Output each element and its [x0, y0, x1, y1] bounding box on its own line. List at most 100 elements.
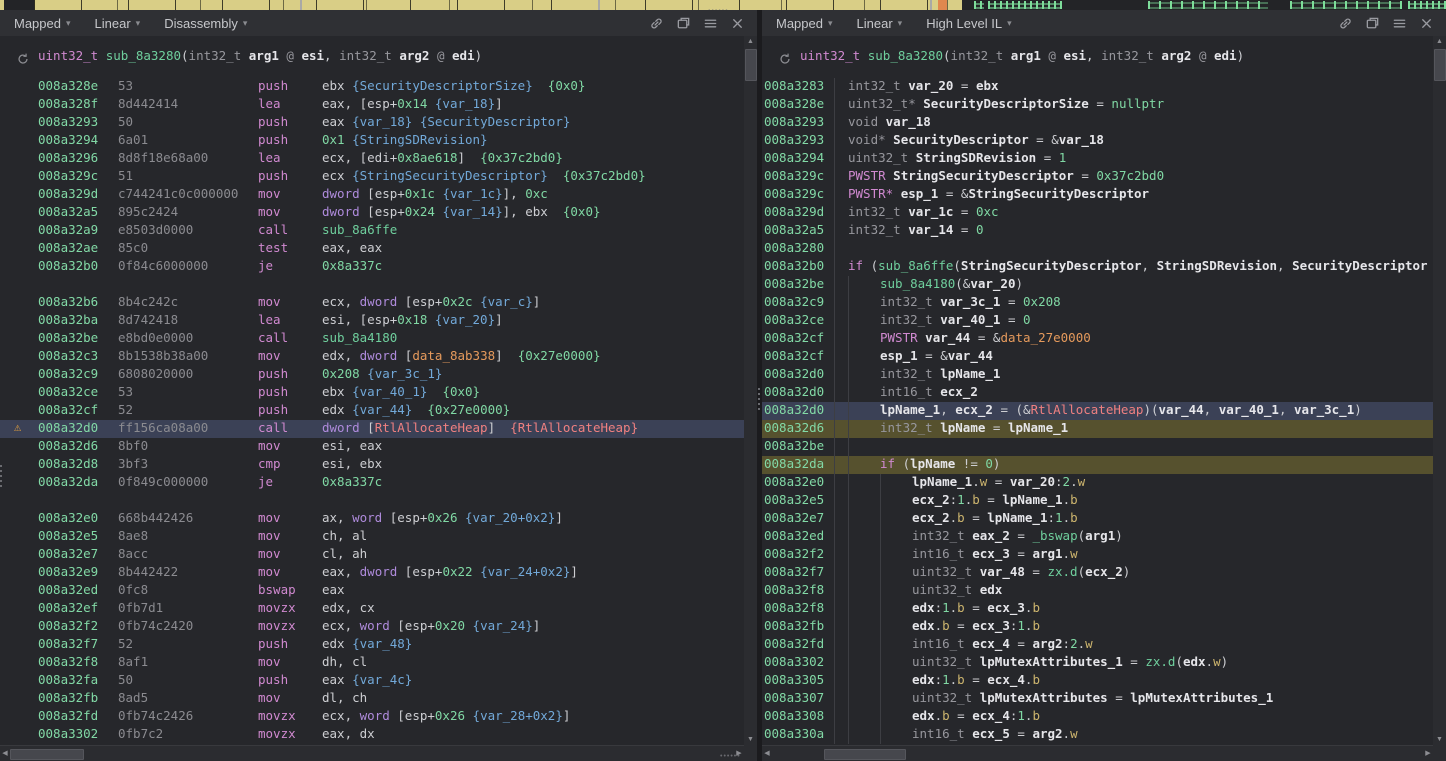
hlil-row[interactable]: 008a32f8edx:1.b = ecx_3.b	[762, 600, 1433, 618]
hlil-row[interactable]: 008a3283int32_t var_20 = ebx	[762, 78, 1433, 96]
asm-row[interactable]: 008a329350pusheax {var_18} {SecurityDesc…	[0, 114, 744, 132]
hlil-row[interactable]: 008a32fdint16_t ecx_4 = arg2:2.w	[762, 636, 1433, 654]
scroll-down-button[interactable]: ▼	[1433, 734, 1446, 746]
scroll-down-button[interactable]: ▼	[744, 734, 757, 746]
asm-row[interactable]: 008a32fb8ad5movdl, ch	[0, 690, 744, 708]
asm-row[interactable]: 008a328f8d442414leaeax, [esp+0x14 {var_1…	[0, 96, 744, 114]
scroll-up-button[interactable]: ▲	[1433, 36, 1446, 48]
asm-row[interactable]: 008a32e58ae8movch, al	[0, 528, 744, 546]
asm-row[interactable]: 008a32c96808020000push0x208 {var_3c_1}	[0, 366, 744, 384]
pane-menu-icon[interactable]	[1392, 16, 1407, 31]
view-mapped-menu[interactable]: Mapped▾	[776, 16, 833, 31]
hlil-row[interactable]: 008a3307uint32_t lpMutexAttributes = lpM…	[762, 690, 1433, 708]
hlil-row[interactable]: 008a32cfesp_1 = &var_44	[762, 348, 1433, 366]
vertical-scrollbar[interactable]: ▲ ▼	[1433, 36, 1446, 746]
hlil-row[interactable]: 008a32f2int16_t ecx_3 = arg1.w	[762, 546, 1433, 564]
hlil-row[interactable]: 008a32d0int32_t lpName_1	[762, 366, 1433, 384]
sync-link-icon[interactable]	[1338, 16, 1353, 31]
asm-row[interactable]: 008a32946a01push0x1 {StringSDRevision}	[0, 132, 744, 150]
hlil-row[interactable]: 008a32f7uint32_t var_48 = zx.d(ecx_2)	[762, 564, 1433, 582]
hlil-row[interactable]: 008a32be	[762, 438, 1433, 456]
asm-row[interactable]: 008a32ef0fb7d1movzxedx, cx	[0, 600, 744, 618]
scrollbar-thumb[interactable]	[745, 49, 757, 81]
asm-row[interactable]: ⚠008a32d0ff156ca08a00calldword [RtlAlloc…	[0, 420, 744, 438]
horizontal-scrollbar[interactable]: ◀ ▶	[762, 745, 1433, 761]
asm-row[interactable]: 008a32fd0fb74c2426movzxecx, word [esp+0x…	[0, 708, 744, 726]
asm-row[interactable]: 008a32cf52pushedx {var_44} {0x27e0000}	[0, 402, 744, 420]
asm-row[interactable]: 008a32e98b442422moveax, dword [esp+0x22 …	[0, 564, 744, 582]
hlil-row[interactable]: 008a32fbedx.b = ecx_3:1.b	[762, 618, 1433, 636]
hlil-row[interactable]: 008a3293void var_18	[762, 114, 1433, 132]
hlil-row[interactable]: 008a32ceint32_t var_40_1 = 0	[762, 312, 1433, 330]
hlil-row[interactable]: 008a32daif (lpName != 0)	[762, 456, 1433, 474]
asm-row[interactable]: 008a32c38b1538b38a00movedx, dword [data_…	[0, 348, 744, 366]
split-pane-icon[interactable]	[676, 16, 691, 31]
asm-row[interactable]: 008a32da0f849c000000je0x8a337c	[0, 474, 744, 492]
hlil-row[interactable]: 008a329dint32_t var_1c = 0xc	[762, 204, 1433, 222]
hlil-row[interactable]: 008a32e5ecx_2:1.b = lpName_1.b	[762, 492, 1433, 510]
asm-row[interactable]: 008a33020fb7c2movzxeax, dx	[0, 726, 744, 744]
asm-row[interactable]: 008a328e53pushebx {SecurityDescriptorSiz…	[0, 78, 744, 96]
close-pane-icon[interactable]	[730, 16, 745, 31]
sync-link-icon[interactable]	[649, 16, 664, 31]
scroll-left-button[interactable]: ◀	[762, 747, 772, 761]
scroll-left-button[interactable]: ◀	[0, 747, 10, 761]
asm-row[interactable]: 008a32968d8f18e68a00leaecx, [edi+0x8ae61…	[0, 150, 744, 168]
vertical-scrollbar[interactable]: ▲ ▼	[744, 36, 757, 746]
asm-row[interactable]: 008a32b00f84c6000000je0x8a337c	[0, 258, 744, 276]
asm-row[interactable]: 008a32a5895c2424movdword [esp+0x24 {var_…	[0, 204, 744, 222]
asm-row[interactable]: 008a32f20fb74c2420movzxecx, word [esp+0x…	[0, 618, 744, 636]
hlil-row[interactable]: 008a329cPWSTR StringSecurityDescriptor =…	[762, 168, 1433, 186]
asm-row[interactable]: 008a329c51pushecx {StringSecurityDescrip…	[0, 168, 744, 186]
asm-row[interactable]: 008a32e78accmovcl, ah	[0, 546, 744, 564]
horizontal-scrollbar[interactable]: ◀ ▶	[0, 745, 744, 761]
hlil-row[interactable]: 008a32e0lpName_1.w = var_20:2.w	[762, 474, 1433, 492]
view-il-menu[interactable]: Disassembly▾	[164, 16, 247, 31]
hlil-row[interactable]: 008a328euint32_t* SecurityDescriptorSize…	[762, 96, 1433, 114]
warning-icon[interactable]: ⚠	[14, 420, 21, 434]
scroll-up-button[interactable]: ▲	[744, 36, 757, 48]
refresh-icon[interactable]	[16, 52, 30, 69]
hlil-row[interactable]: 008a3308edx.b = ecx_4:1.b	[762, 708, 1433, 726]
asm-row[interactable]: 008a32f88af1movdh, cl	[0, 654, 744, 672]
asm-row[interactable]: 008a32e0668b442426movax, word [esp+0x26 …	[0, 510, 744, 528]
hlil-row[interactable]: 008a32f8uint32_t edx	[762, 582, 1433, 600]
asm-row[interactable]: 008a32d68bf0movesi, eax	[0, 438, 744, 456]
disassembly-view[interactable]: uint32_t sub_8a3280(int32_t arg1 @ esi, …	[0, 36, 744, 746]
view-linear-menu[interactable]: Linear▾	[95, 16, 141, 31]
pane-menu-icon[interactable]	[703, 16, 718, 31]
splitter-grip[interactable]: ••••••	[720, 755, 741, 759]
scroll-right-button[interactable]: ▶	[1423, 747, 1433, 761]
hlil-row[interactable]: 008a32c9int32_t var_3c_1 = 0x208	[762, 294, 1433, 312]
hlil-row[interactable]: 008a329cPWSTR* esp_1 = &StringSecurityDe…	[762, 186, 1433, 204]
view-il-menu[interactable]: High Level IL▾	[926, 16, 1011, 31]
hlil-row[interactable]: 008a32d0int16_t ecx_2	[762, 384, 1433, 402]
scrollbar-thumb[interactable]	[824, 749, 906, 760]
scrollbar-thumb[interactable]	[1434, 49, 1446, 81]
asm-row[interactable]: 008a32fa50pusheax {var_4c}	[0, 672, 744, 690]
asm-row[interactable]: 008a32bee8bd0e0000callsub_8a4180	[0, 330, 744, 348]
close-pane-icon[interactable]	[1419, 16, 1434, 31]
pane-splitter-grip[interactable]	[758, 388, 760, 410]
hlil-row[interactable]: 008a330aint16_t ecx_5 = arg2.w	[762, 726, 1433, 744]
hlil-row[interactable]: 008a32d6int32_t lpName = lpName_1	[762, 420, 1433, 438]
function-signature-row[interactable]: uint32_t sub_8a3280(int32_t arg1 @ esi, …	[762, 48, 1433, 70]
asm-row[interactable]: 008a32ed0fc8bswapeax	[0, 582, 744, 600]
hlil-row[interactable]: 008a32besub_8a4180(&var_20)	[762, 276, 1433, 294]
asm-row[interactable]: 008a32b68b4c242cmovecx, dword [esp+0x2c …	[0, 294, 744, 312]
asm-row[interactable]: 008a32ae85c0testeax, eax	[0, 240, 744, 258]
view-linear-menu[interactable]: Linear▾	[857, 16, 903, 31]
hlil-row[interactable]: 008a32b0if (sub_8a6ffe(StringSecurityDes…	[762, 258, 1433, 276]
hlil-row[interactable]: 008a3302uint32_t lpMutexAttributes_1 = z…	[762, 654, 1433, 672]
asm-row[interactable]: 008a329dc744241c0c000000movdword [esp+0x…	[0, 186, 744, 204]
hlil-view[interactable]: uint32_t sub_8a3280(int32_t arg1 @ esi, …	[762, 36, 1433, 746]
hlil-row[interactable]: 008a32e7ecx_2.b = lpName_1:1.b	[762, 510, 1433, 528]
hlil-row[interactable]: 008a3305edx:1.b = ecx_4.b	[762, 672, 1433, 690]
hlil-row[interactable]: 008a3293void* SecurityDescriptor = &var_…	[762, 132, 1433, 150]
hlil-row[interactable]: 008a32a5int32_t var_14 = 0	[762, 222, 1433, 240]
scrollbar-thumb[interactable]	[10, 749, 84, 760]
refresh-icon[interactable]	[778, 52, 792, 69]
hlil-row[interactable]: 008a3280	[762, 240, 1433, 258]
hlil-row[interactable]: 008a32edint32_t eax_2 = _bswap(arg1)	[762, 528, 1433, 546]
asm-row[interactable]: 008a32f752pushedx {var_48}	[0, 636, 744, 654]
